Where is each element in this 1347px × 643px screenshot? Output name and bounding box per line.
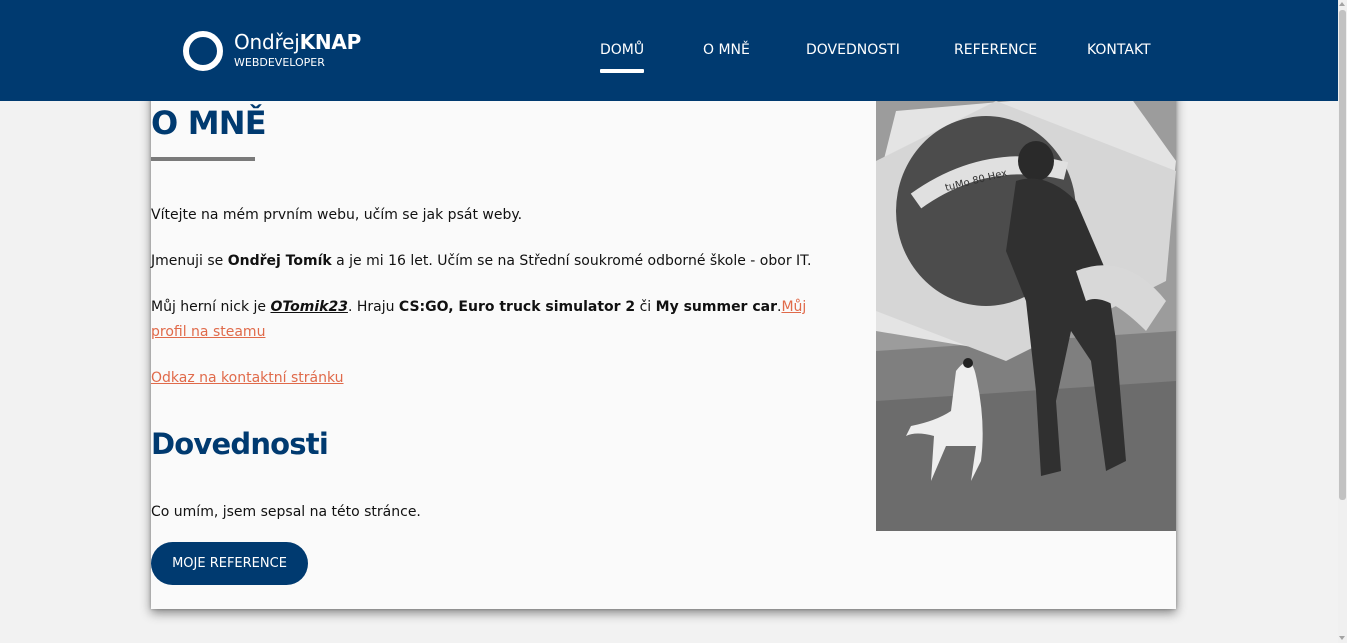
logo-text: OndřejKNAP WEBDEVELOPER	[234, 31, 361, 71]
skills-title: Dovednosti	[151, 427, 329, 461]
site-logo[interactable]: OndřejKNAP WEBDEVELOPER	[183, 31, 361, 71]
my-references-button[interactable]: MOJE REFERENCE	[151, 542, 308, 585]
site-header: OndřejKNAP WEBDEVELOPER DOMŮ O MNĚ DOVED…	[0, 0, 1338, 101]
game-3: My summer car	[655, 299, 777, 315]
scroll-up-icon[interactable]	[1339, 2, 1345, 6]
title-underline	[151, 157, 255, 161]
contact-paragraph: Odkaz na kontaktní stránku	[151, 366, 841, 391]
about-intro: Vítejte na mém prvním webu, učím se jak …	[151, 207, 523, 223]
nav-item-domu[interactable]: DOMŮ	[600, 42, 645, 73]
contact-page-link[interactable]: Odkaz na kontaktní stránku	[151, 370, 344, 386]
nav-item-reference[interactable]: REFERENCE	[954, 42, 1037, 59]
nav-item-kontakt[interactable]: KONTAKT	[1087, 42, 1151, 59]
full-name: Ondřej Tomík	[227, 253, 332, 269]
games-list: CS:GO, Euro truck simulator 2	[398, 299, 636, 315]
logo-name-light: Ondřej	[234, 30, 300, 54]
skills-text: Co umím, jsem sepsal na této stránce.	[151, 504, 421, 520]
about-games-paragraph: Můj herní nick je OTomik23. Hraju CS:GO,…	[151, 295, 841, 345]
content-card: O MNĚ Vítejte na mém prvním webu, učím s…	[151, 50, 1176, 609]
logo-ring-icon	[183, 31, 223, 71]
logo-subtitle: WEBDEVELOPER	[234, 56, 325, 69]
gamer-nick: OTomik23	[270, 299, 348, 315]
scroll-thumb[interactable]	[1339, 10, 1346, 500]
p3-pre: Můj herní nick je	[151, 299, 271, 315]
nav-item-o-mne[interactable]: O MNĚ	[703, 42, 750, 59]
about-title: O MNĚ	[151, 104, 267, 142]
logo-name-bold: KNAP	[299, 30, 362, 54]
p3-mid: . Hraju	[347, 299, 399, 315]
nav-item-dovednosti[interactable]: DOVEDNOSTI	[806, 42, 900, 59]
about-name-paragraph: Jmenuji se Ondřej Tomík a je mi 16 let. …	[151, 249, 841, 274]
logo-name: OndřejKNAP	[234, 31, 361, 53]
page-scrollbar[interactable]	[1338, 0, 1347, 643]
scroll-down-icon[interactable]	[1339, 636, 1345, 640]
p3-ci: či	[635, 299, 656, 315]
photo-illustration: tuMo 80 Hex	[876, 101, 1176, 531]
p2-post: a je mi 16 let. Učím se na Střední soukr…	[331, 253, 812, 269]
p2-pre: Jmenuji se	[151, 253, 228, 269]
profile-photo: tuMo 80 Hex	[876, 101, 1176, 531]
